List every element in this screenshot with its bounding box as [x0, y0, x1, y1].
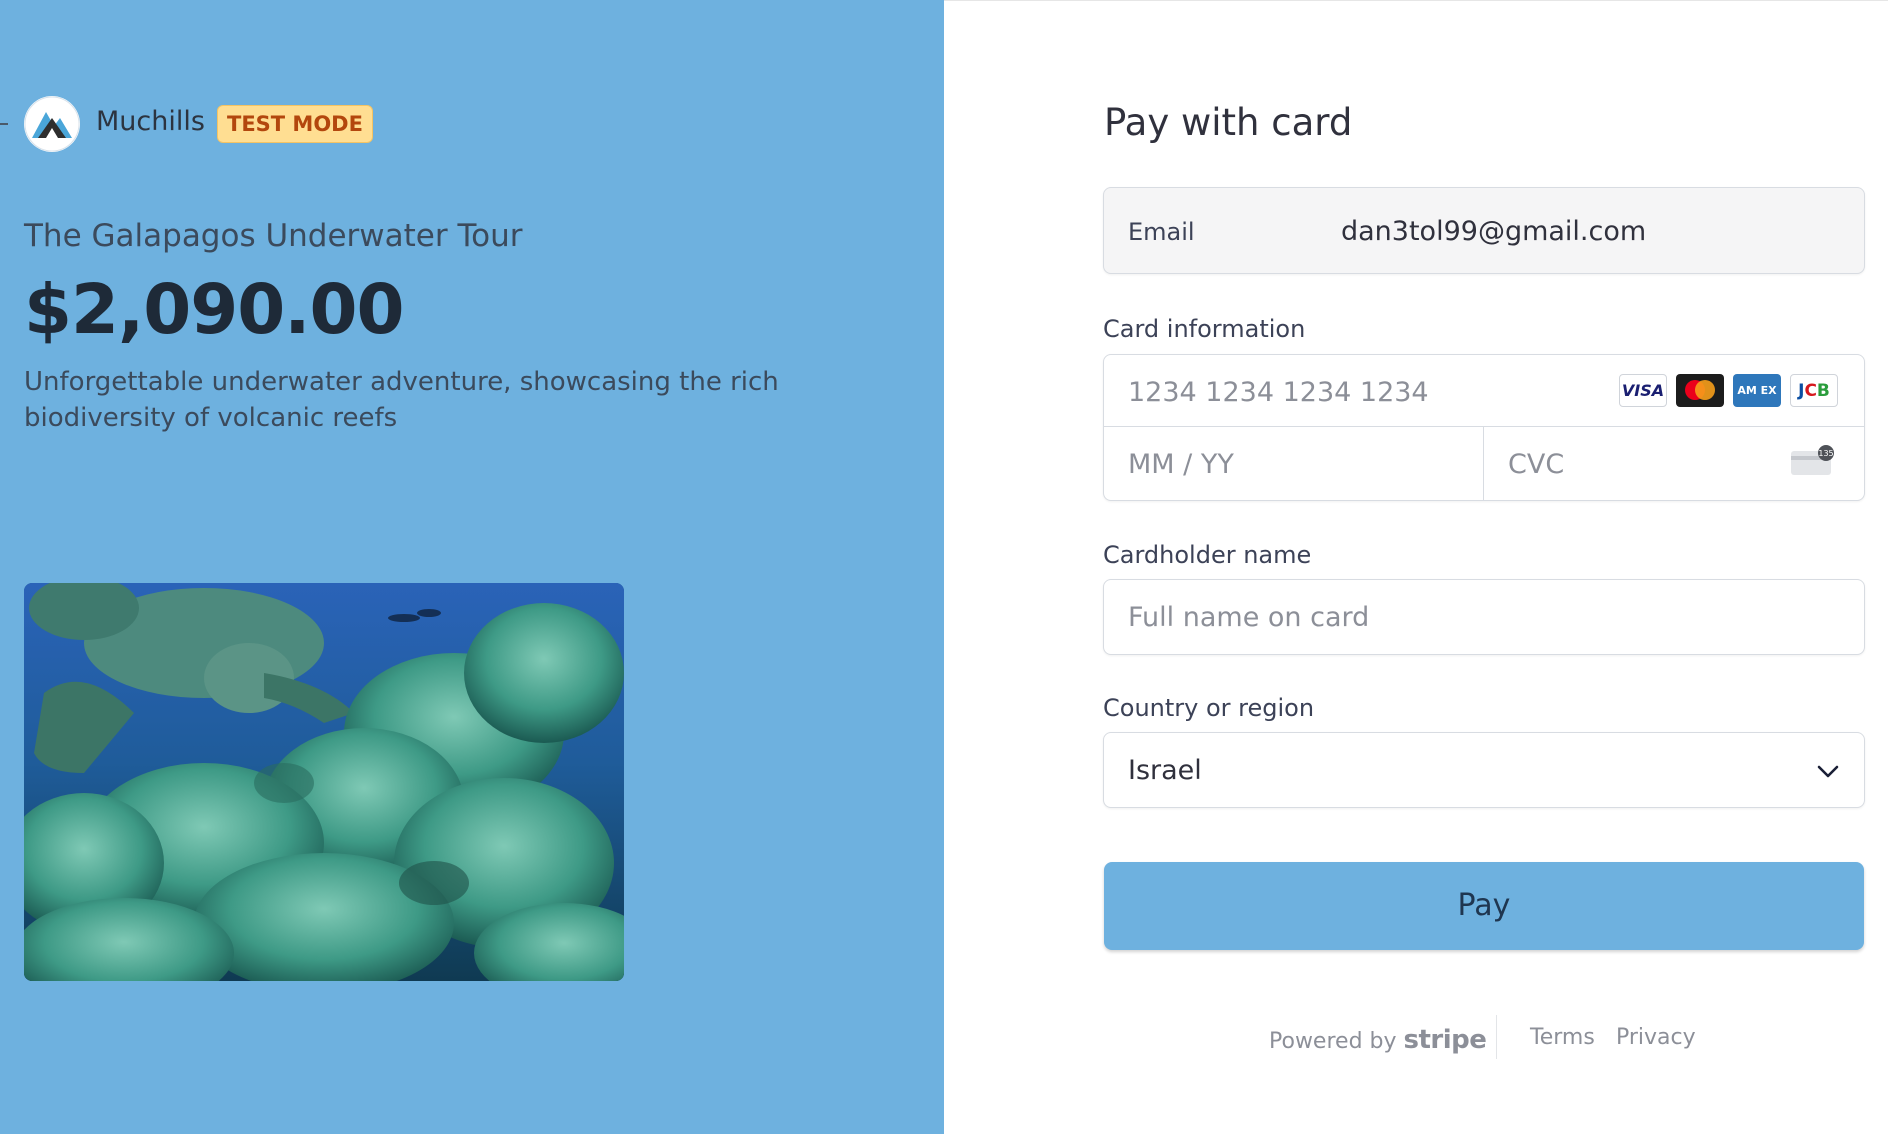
card-number-input[interactable]: 1234 1234 1234 1234 VISA AM EX JCB — [1104, 355, 1864, 427]
payment-pane: Pay with card Email dan3tol99@gmail.com … — [944, 0, 1888, 1134]
product-price: $2,090.00 — [24, 270, 404, 350]
cardholder-name-placeholder: Full name on card — [1128, 602, 1370, 633]
chevron-down-icon — [1817, 765, 1839, 778]
mastercard-icon — [1676, 374, 1724, 407]
product-description: Unforgettable underwater adventure, show… — [24, 367, 779, 433]
visa-icon: VISA — [1619, 374, 1667, 407]
powered-by-text: Powered by — [1269, 1029, 1397, 1054]
cvc-icon-text: 135 — [1818, 449, 1833, 458]
card-brands: VISA AM EX JCB — [1619, 374, 1838, 407]
pay-button[interactable]: Pay — [1104, 862, 1864, 950]
order-summary-pane: Muchills TEST MODE The Galapagos Underwa… — [0, 0, 944, 1134]
powered-by-stripe[interactable]: Powered by stripe — [1269, 1025, 1487, 1055]
footer-divider — [1496, 1015, 1497, 1059]
privacy-link[interactable]: Privacy — [1616, 1025, 1696, 1050]
merchant-name: Muchills — [96, 106, 205, 137]
card-information-group: 1234 1234 1234 1234 VISA AM EX JCB MM / … — [1103, 354, 1865, 501]
terms-link[interactable]: Terms — [1530, 1025, 1595, 1050]
cardholder-name-input[interactable]: Full name on card — [1103, 579, 1865, 655]
back-arrow-icon[interactable] — [0, 123, 8, 125]
card-information-label: Card information — [1103, 315, 1306, 343]
cardholder-name-label: Cardholder name — [1103, 541, 1312, 569]
jcb-icon: JCB — [1790, 374, 1838, 407]
country-label: Country or region — [1103, 694, 1315, 722]
page-title: Pay with card — [1104, 101, 1353, 144]
cvc-placeholder: CVC — [1508, 449, 1565, 480]
product-name: The Galapagos Underwater Tour — [24, 218, 523, 254]
country-select[interactable]: Israel — [1103, 732, 1865, 808]
product-image — [24, 583, 624, 981]
footer: Powered by stripe Terms Privacy — [1269, 1011, 1719, 1061]
country-value: Israel — [1128, 755, 1202, 786]
email-label: Email — [1128, 218, 1195, 246]
merchant-logo[interactable] — [24, 96, 80, 152]
card-number-placeholder: 1234 1234 1234 1234 — [1128, 377, 1429, 408]
amex-icon: AM EX — [1733, 374, 1781, 407]
stripe-logo: stripe — [1403, 1025, 1487, 1055]
email-value[interactable]: dan3tol99@gmail.com — [1341, 216, 1646, 247]
cvc-input[interactable]: CVC 135 — [1484, 427, 1864, 500]
test-mode-badge: TEST MODE — [217, 105, 373, 143]
expiry-placeholder: MM / YY — [1128, 449, 1234, 480]
expiry-input[interactable]: MM / YY — [1104, 427, 1484, 500]
cvc-card-icon: 135 — [1791, 445, 1834, 475]
email-field[interactable]: Email dan3tol99@gmail.com — [1103, 187, 1865, 274]
